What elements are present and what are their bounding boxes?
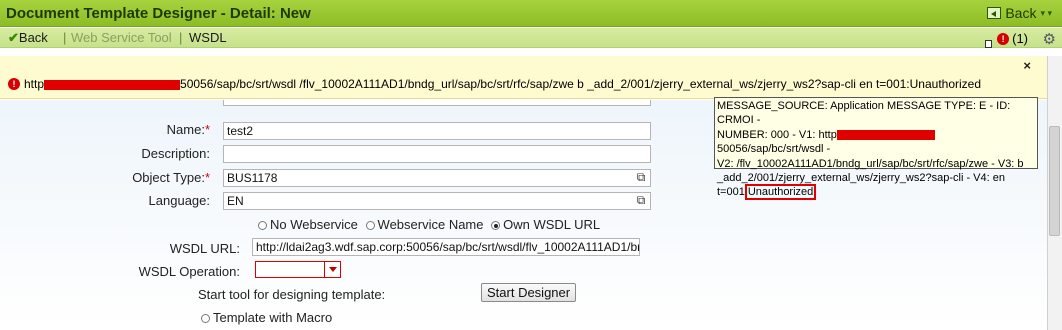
check-icon: ✔	[8, 30, 19, 45]
description-field[interactable]	[223, 145, 651, 163]
radio-icon	[201, 314, 210, 324]
name-label: Name:*	[166, 122, 210, 137]
message-count: (1)	[1012, 31, 1028, 46]
document-icon	[985, 40, 992, 48]
wsdl-operation-dropdown[interactable]	[255, 261, 341, 278]
page-title: Document Template Designer - Detail: New	[6, 5, 311, 22]
wsdl-url-label: WSDL URL:	[169, 241, 240, 256]
radio-icon	[365, 221, 375, 231]
title-bar: Document Template Designer - Detail: New…	[0, 0, 1062, 27]
f4-help-icon[interactable]: ⧉	[634, 171, 648, 185]
back-menu-icon[interactable]: ▾ ▾	[1040, 8, 1052, 19]
radio-icon	[258, 221, 267, 231]
error-icon: !	[997, 32, 1010, 45]
scrollbar-thumb[interactable]	[1049, 126, 1060, 236]
wsdl-operation-label: WSDL Operation:	[138, 264, 240, 279]
tooltip-line: _add_2/001/zjerry_external_ws/zjerry_ws2…	[717, 172, 1005, 185]
tooltip-line: NUMBER: 000 - V1: http50056/sap/bc/srt/w…	[717, 128, 1035, 157]
f4-help-icon[interactable]: ⧉	[634, 194, 648, 208]
start-tool-label: Start tool for designing template:	[198, 287, 386, 302]
radio-webservice-name[interactable]: Webservice Name	[365, 217, 484, 232]
redaction-mark	[836, 129, 935, 140]
tooltip-line: V2: /flv_10002A111AD1/bndg_url/sap/bc/sr…	[717, 157, 1024, 170]
description-label: Description:	[141, 146, 210, 161]
back-icon	[987, 7, 1002, 19]
start-designer-button[interactable]: Start Designer	[481, 283, 577, 302]
wsdl-url-field[interactable]: http://ldai2ag3.wdf.sap.corp:50056/sap/b…	[252, 238, 640, 256]
message-indicator[interactable]: ! (1)	[997, 31, 1028, 46]
error-icon: !	[8, 78, 20, 90]
tooltip-line: MESSAGE_SOURCE: Application MESSAGE TYPE…	[717, 100, 1011, 127]
tooltip-line: t=001 Unauthorized	[717, 184, 1035, 201]
radio-template-with-macro[interactable]: Template with Macro	[201, 310, 332, 325]
error-message[interactable]: http 50056/sap/bc/srt/wsdl /flv_10002A111…	[24, 77, 981, 91]
object-type-field[interactable]: BUS1178	[223, 169, 651, 187]
hidden-field[interactable]	[223, 100, 651, 106]
toolbar-back-label: Back	[18, 30, 48, 45]
gear-icon[interactable]: ⚙	[1043, 30, 1056, 48]
radio-no-webservice[interactable]: No Webservice	[258, 217, 358, 232]
name-field[interactable]: test2	[223, 122, 651, 140]
message-bar: × ! http 50056/sap/bc/srt/wsdl /flv_10002…	[0, 56, 1047, 99]
error-message-prefix: http	[24, 77, 45, 91]
message-tooltip: MESSAGE_SOURCE: Application MESSAGE TYPE…	[714, 97, 1038, 201]
webservice-options: No Webservice Webservice Name Own WSDL U…	[258, 217, 600, 232]
wsdl-button[interactable]: WSDL	[189, 30, 227, 45]
toolbar-separator: |	[63, 30, 67, 45]
header-back-label: Back	[1005, 5, 1037, 21]
vertical-scrollbar[interactable]	[1047, 56, 1062, 330]
object-type-label: Object Type:*	[132, 170, 210, 185]
radio-selected-icon	[491, 221, 501, 231]
radio-own-wsdl-url[interactable]: Own WSDL URL	[491, 217, 600, 232]
dropdown-arrow-icon[interactable]	[324, 262, 340, 277]
error-message-suffix: 50056/sap/bc/srt/wsdl /flv_10002A111AD1/…	[180, 77, 982, 91]
header-back-button[interactable]: Back ▾ ▾	[987, 5, 1052, 21]
redaction-mark	[44, 79, 181, 90]
tooltip-highlight: Unauthorized	[744, 184, 817, 201]
toolbar: ✔Back | Web Service Tool | WSDL ! (1) ⚙	[0, 28, 1062, 48]
language-label: Language:	[148, 193, 210, 208]
language-field[interactable]: EN	[223, 192, 651, 210]
toolbar-separator: |	[179, 30, 183, 45]
close-icon[interactable]: ×	[1023, 58, 1031, 73]
web-service-tool-button[interactable]: Web Service Tool	[71, 30, 172, 45]
toolbar-back-button[interactable]: ✔Back	[8, 30, 48, 46]
